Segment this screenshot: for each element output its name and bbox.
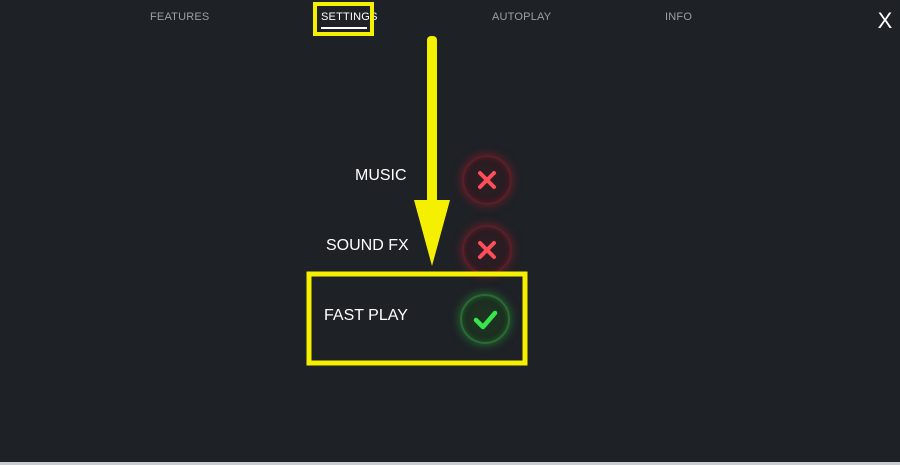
- annotation-overlay: [306, 2, 528, 366]
- close-button[interactable]: X: [874, 8, 896, 34]
- tab-autoplay[interactable]: AUTOPLAY: [492, 11, 551, 23]
- sound-fx-toggle[interactable]: [462, 225, 512, 275]
- fast-play-label: FAST PLAY: [324, 307, 408, 324]
- tab-features[interactable]: FEATURES: [150, 11, 209, 23]
- settings-screen: FEATURES SETTINGS AUTOPLAY INFO X MUSIC …: [0, 0, 900, 465]
- music-toggle[interactable]: [462, 155, 512, 205]
- sound-fx-label: SOUND FX: [326, 237, 409, 254]
- tab-info[interactable]: INFO: [665, 11, 692, 23]
- check-icon: [473, 310, 498, 330]
- tab-settings-underline: [321, 27, 367, 29]
- down-arrow-icon: [414, 36, 450, 266]
- tab-settings[interactable]: SETTINGS: [321, 11, 378, 23]
- cross-icon: [478, 171, 496, 189]
- music-label: MUSIC: [355, 167, 407, 184]
- fast-play-toggle[interactable]: [460, 294, 510, 344]
- cross-icon: [478, 241, 496, 259]
